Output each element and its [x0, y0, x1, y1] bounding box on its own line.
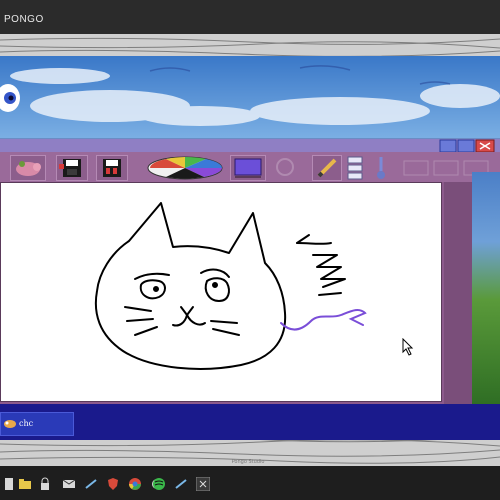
shield-icon[interactable]: [106, 476, 120, 490]
selected-color-button[interactable]: [230, 155, 266, 181]
pig-icon: [11, 156, 45, 180]
pencil-icon: [313, 156, 341, 180]
tail-scribble: [280, 308, 367, 331]
paint-app-window: [0, 138, 500, 406]
brush-icon: [370, 155, 394, 181]
save-as-icon: [97, 156, 127, 180]
mail-icon[interactable]: [62, 476, 76, 490]
menu-list-button[interactable]: [346, 155, 366, 181]
taskbar-item-chc[interactable]: chc: [0, 412, 74, 436]
folder-icon[interactable]: [18, 476, 32, 490]
file-icon[interactable]: [2, 476, 16, 490]
toolbar: [0, 152, 500, 185]
host-window-title: PONGO: [4, 14, 44, 25]
app-titlebar: [0, 138, 500, 153]
color-wheel-icon: [146, 155, 224, 181]
save-button[interactable]: [56, 155, 88, 181]
pig-button[interactable]: [10, 155, 46, 181]
menu-list-icon: [346, 155, 366, 181]
app-icon[interactable]: [195, 476, 211, 492]
cat-drawing: [94, 202, 346, 370]
steam-icon-2[interactable]: [174, 476, 188, 490]
save-as-button[interactable]: [96, 155, 128, 181]
app-taskbar: chc: [0, 404, 500, 440]
eraser-button[interactable]: [270, 155, 302, 181]
canvas-area: [0, 172, 500, 404]
host-caption: Pongo Studio: [231, 459, 265, 465]
host-titlebar: PONGO: [0, 0, 500, 34]
sky-scene: [0, 56, 500, 140]
spotify-icon[interactable]: [152, 476, 166, 490]
background-landscape: [472, 172, 500, 404]
chrome-icon[interactable]: [128, 476, 142, 490]
lock-icon[interactable]: [38, 476, 52, 490]
eraser-icon: [270, 155, 302, 179]
selected-color-swatch: [231, 156, 265, 180]
right-panel: [444, 182, 472, 404]
color-wheel-button[interactable]: [146, 155, 224, 181]
pencil-button[interactable]: [312, 155, 342, 181]
paint-canvas[interactable]: [0, 182, 442, 402]
host-taskbar: [0, 466, 500, 500]
taskbar-item-label: chc: [19, 419, 34, 428]
mouse-cursor: [402, 337, 414, 360]
save-icon: [57, 156, 87, 180]
brush-button[interactable]: [370, 155, 394, 181]
steam-icon[interactable]: [84, 476, 98, 490]
bird-icon: [3, 418, 17, 430]
